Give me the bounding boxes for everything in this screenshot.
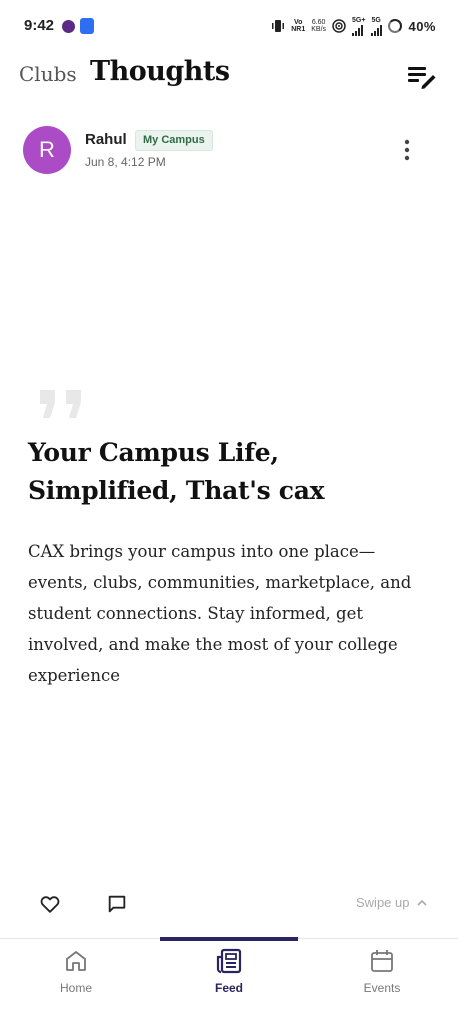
hotspot-icon xyxy=(332,19,346,33)
home-icon xyxy=(66,951,86,971)
tab-thoughts[interactable]: Thoughts xyxy=(90,56,230,87)
status-time: 9:42 xyxy=(24,17,55,34)
bottom-nav: Home Feed Events xyxy=(0,937,458,1024)
nav-events[interactable]: Events xyxy=(322,947,442,995)
comment-icon[interactable] xyxy=(106,893,128,915)
campus-badge: My Campus xyxy=(135,130,213,151)
signal-bars-icon xyxy=(352,24,364,36)
battery-percent: 40% xyxy=(408,18,436,34)
quote-icon xyxy=(40,390,81,418)
status-indicators: Vo NR1 6.60 KB/s 5G+ 5G 40% xyxy=(271,15,436,37)
swipe-up-label: Swipe up xyxy=(356,895,410,910)
chevron-up-icon xyxy=(417,899,428,906)
nav-feed[interactable]: Feed xyxy=(169,947,289,995)
app-notification-icon xyxy=(62,20,75,33)
calendar-icon xyxy=(371,950,393,972)
active-tab-indicator xyxy=(160,937,298,941)
swipe-up-hint[interactable]: Swipe up xyxy=(356,895,428,910)
nav-feed-label: Feed xyxy=(214,981,243,995)
more-options-icon[interactable] xyxy=(396,138,418,162)
nav-events-label: Events xyxy=(363,981,401,995)
volte-indicator: Vo NR1 xyxy=(291,19,306,33)
compose-icon[interactable] xyxy=(404,62,436,90)
signal-5g-plus: 5G+ xyxy=(352,17,365,36)
author-name[interactable]: Rahul xyxy=(85,131,127,148)
post-timestamp: Jun 8, 4:12 PM xyxy=(85,155,166,169)
tab-clubs[interactable]: Clubs xyxy=(19,62,77,86)
network-speed: 6.60 KB/s xyxy=(311,19,327,33)
nav-home-label: Home xyxy=(59,981,92,995)
heart-icon[interactable] xyxy=(39,893,61,915)
vibrate-icon xyxy=(272,20,285,32)
avatar[interactable]: R xyxy=(23,126,71,174)
status-bar: 9:42 Vo NR1 6.60 KB/s 5G+ 5G 40% xyxy=(0,0,458,52)
post-title: Your Campus Life, Simplified, That's cax xyxy=(28,438,325,505)
signal-5g: 5G xyxy=(371,17,383,36)
signal-bars-icon-2 xyxy=(371,24,383,36)
nav-home[interactable]: Home xyxy=(16,947,136,995)
battery-icon xyxy=(388,19,403,33)
newspaper-icon xyxy=(216,948,242,974)
post-body: CAX brings your campus into one place—ev… xyxy=(28,542,412,685)
app-notification-icon-2 xyxy=(80,18,94,34)
